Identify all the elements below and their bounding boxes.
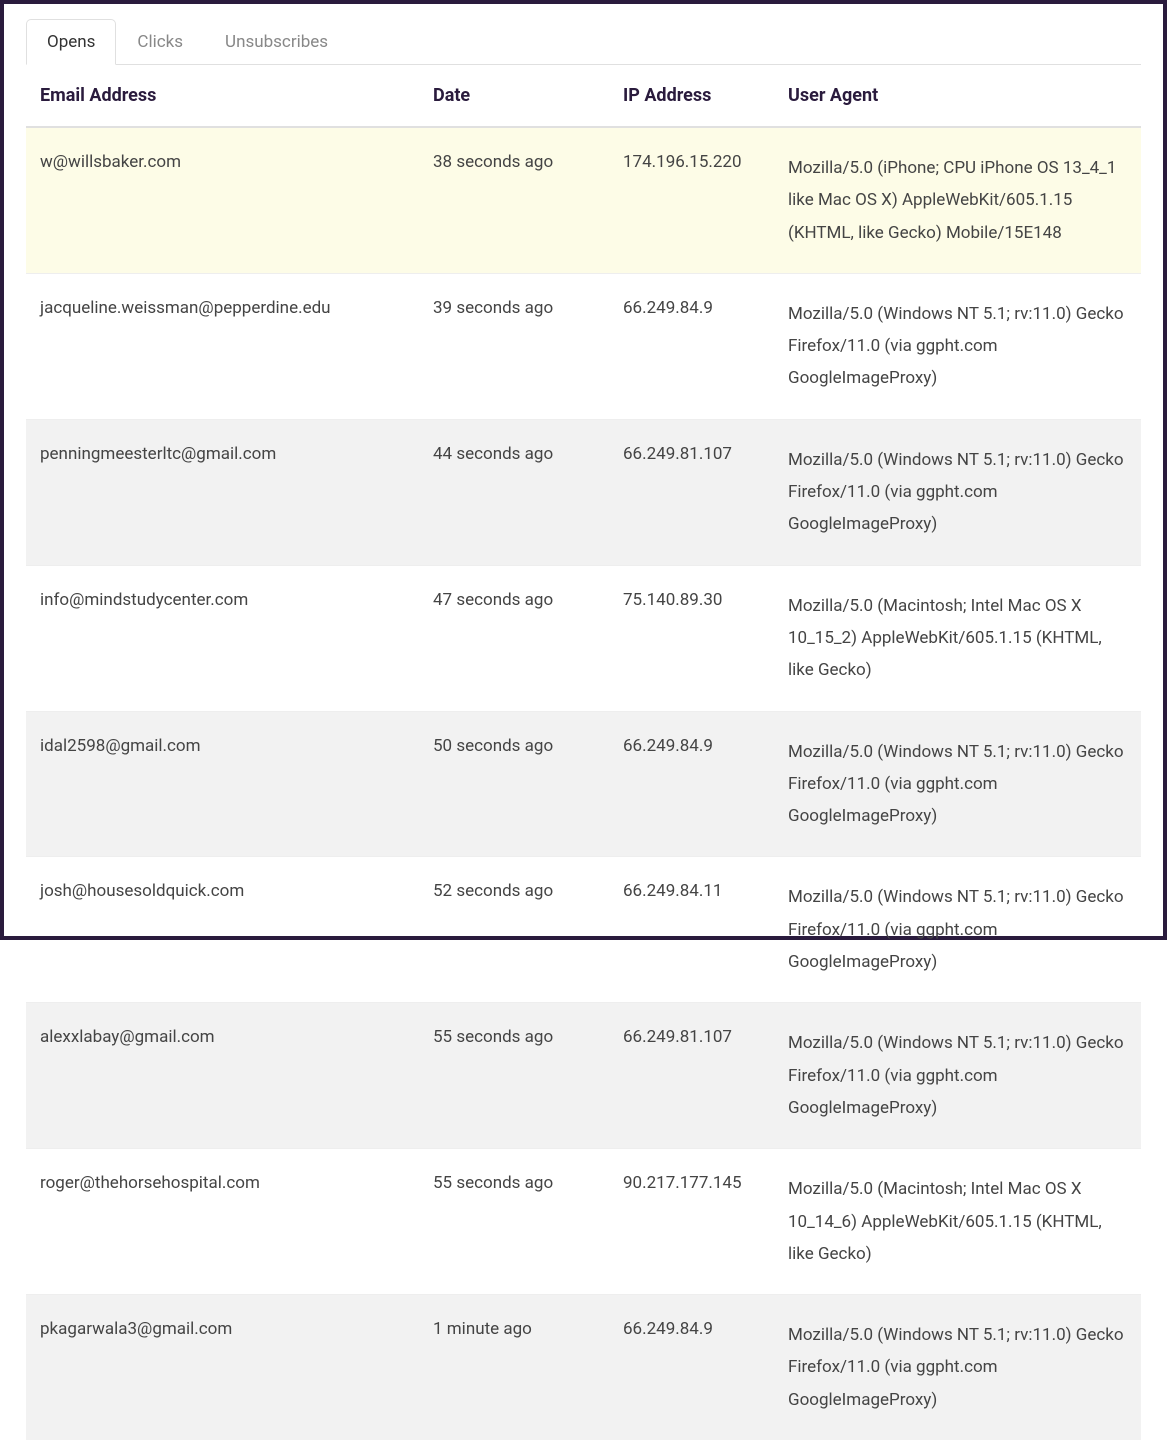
table-row: idal2598@gmail.com50 seconds ago66.249.8… bbox=[26, 711, 1141, 857]
table-row: alexxlabay@gmail.com55 seconds ago66.249… bbox=[26, 1003, 1141, 1149]
cell-date: 52 seconds ago bbox=[421, 857, 611, 1003]
cell-ip: 174.196.15.220 bbox=[611, 127, 776, 273]
table-row: pkagarwala3@gmail.com1 minute ago66.249.… bbox=[26, 1295, 1141, 1440]
cell-email: jacqueline.weissman@pepperdine.edu bbox=[26, 273, 421, 419]
table-row: josh@housesoldquick.com52 seconds ago66.… bbox=[26, 857, 1141, 1003]
cell-ip: 66.249.81.107 bbox=[611, 1003, 776, 1149]
table-row: w@willsbaker.com38 seconds ago174.196.15… bbox=[26, 127, 1141, 273]
table-row: penningmeesterltc@gmail.com44 seconds ag… bbox=[26, 419, 1141, 565]
cell-ip: 75.140.89.30 bbox=[611, 565, 776, 711]
cell-email: pkagarwala3@gmail.com bbox=[26, 1295, 421, 1440]
cell-ua: Mozilla/5.0 (Windows NT 5.1; rv:11.0) Ge… bbox=[776, 1295, 1141, 1440]
opens-table: Email Address Date IP Address User Agent… bbox=[26, 65, 1141, 1440]
cell-ua: Mozilla/5.0 (Windows NT 5.1; rv:11.0) Ge… bbox=[776, 419, 1141, 565]
cell-ip: 90.217.177.145 bbox=[611, 1149, 776, 1295]
cell-ua: Mozilla/5.0 (Macintosh; Intel Mac OS X 1… bbox=[776, 565, 1141, 711]
tab-opens[interactable]: Opens bbox=[26, 19, 116, 65]
cell-email: w@willsbaker.com bbox=[26, 127, 421, 273]
table-row: roger@thehorsehospital.com55 seconds ago… bbox=[26, 1149, 1141, 1295]
cell-date: 50 seconds ago bbox=[421, 711, 611, 857]
cell-ip: 66.249.84.9 bbox=[611, 273, 776, 419]
col-header-date: Date bbox=[421, 65, 611, 127]
cell-ip: 66.249.81.107 bbox=[611, 419, 776, 565]
col-header-ip: IP Address bbox=[611, 65, 776, 127]
cell-date: 47 seconds ago bbox=[421, 565, 611, 711]
cell-ua: Mozilla/5.0 (Macintosh; Intel Mac OS X 1… bbox=[776, 1149, 1141, 1295]
tab-unsubscribes[interactable]: Unsubscribes bbox=[204, 19, 349, 65]
cell-email: idal2598@gmail.com bbox=[26, 711, 421, 857]
cell-date: 38 seconds ago bbox=[421, 127, 611, 273]
cell-date: 1 minute ago bbox=[421, 1295, 611, 1440]
cell-ip: 66.249.84.9 bbox=[611, 1295, 776, 1440]
cell-ip: 66.249.84.9 bbox=[611, 711, 776, 857]
cell-email: info@mindstudycenter.com bbox=[26, 565, 421, 711]
cell-ua: Mozilla/5.0 (iPhone; CPU iPhone OS 13_4_… bbox=[776, 127, 1141, 273]
cell-ua: Mozilla/5.0 (Windows NT 5.1; rv:11.0) Ge… bbox=[776, 273, 1141, 419]
cell-email: roger@thehorsehospital.com bbox=[26, 1149, 421, 1295]
cell-date: 55 seconds ago bbox=[421, 1149, 611, 1295]
tab-bar: Opens Clicks Unsubscribes bbox=[26, 18, 1141, 65]
table-row: jacqueline.weissman@pepperdine.edu39 sec… bbox=[26, 273, 1141, 419]
cell-date: 44 seconds ago bbox=[421, 419, 611, 565]
cell-email: alexxlabay@gmail.com bbox=[26, 1003, 421, 1149]
cell-ua: Mozilla/5.0 (Windows NT 5.1; rv:11.0) Ge… bbox=[776, 857, 1141, 1003]
col-header-email: Email Address bbox=[26, 65, 421, 127]
cell-ua: Mozilla/5.0 (Windows NT 5.1; rv:11.0) Ge… bbox=[776, 711, 1141, 857]
cell-ua: Mozilla/5.0 (Windows NT 5.1; rv:11.0) Ge… bbox=[776, 1003, 1141, 1149]
cell-date: 39 seconds ago bbox=[421, 273, 611, 419]
tab-clicks[interactable]: Clicks bbox=[116, 19, 204, 65]
cell-date: 55 seconds ago bbox=[421, 1003, 611, 1149]
cell-email: josh@housesoldquick.com bbox=[26, 857, 421, 1003]
cell-ip: 66.249.84.11 bbox=[611, 857, 776, 1003]
table-row: info@mindstudycenter.com47 seconds ago75… bbox=[26, 565, 1141, 711]
cell-email: penningmeesterltc@gmail.com bbox=[26, 419, 421, 565]
col-header-ua: User Agent bbox=[776, 65, 1141, 127]
